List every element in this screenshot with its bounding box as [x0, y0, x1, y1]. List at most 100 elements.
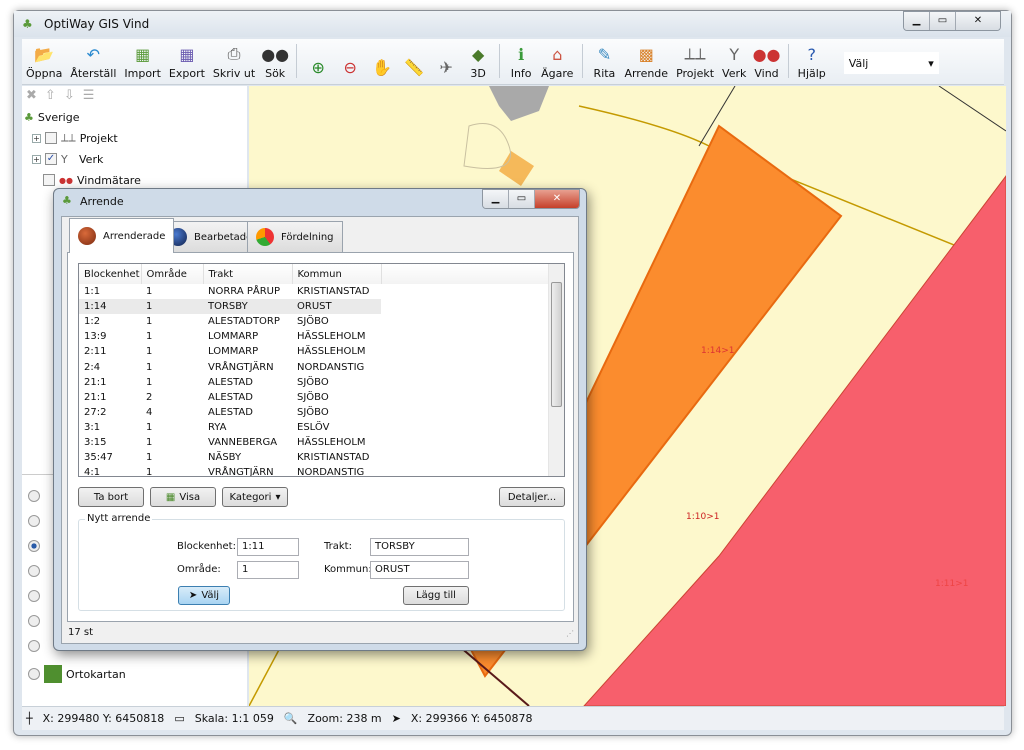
layer-projekt[interactable]: + ⟂⟂ Projekt: [32, 128, 118, 148]
table-row[interactable]: 3:1 1 RYA ESLÖV: [79, 420, 551, 435]
table-cell-empty: [381, 284, 551, 299]
maximize-button[interactable]: ▭: [509, 190, 535, 208]
radio[interactable]: [28, 515, 40, 527]
map-label: 1:11>1: [935, 579, 968, 589]
toolbar-button-arrende[interactable]: ▩ Arrende: [620, 43, 672, 84]
radio[interactable]: [28, 615, 40, 627]
basemap-radio[interactable]: [28, 511, 40, 531]
tract-input[interactable]: TORSBY: [370, 538, 469, 556]
basemap-radio[interactable]: [28, 636, 40, 656]
radio[interactable]: [28, 565, 40, 577]
category-dropdown[interactable]: Kategori ▾: [222, 487, 288, 507]
radio[interactable]: [28, 668, 40, 680]
close-button[interactable]: ✕: [535, 190, 579, 208]
table-row[interactable]: 27:2 4 ALESTAD SJÖBO: [79, 405, 551, 420]
select-button[interactable]: ➤ Välj: [178, 586, 230, 605]
radio[interactable]: [28, 540, 40, 552]
toolbar-button-ägare[interactable]: ⌂ Ägare: [537, 43, 577, 84]
table-row[interactable]: 1:2 1 ALESTADTORP SJÖBO: [79, 314, 551, 329]
table-row[interactable]: 13:9 1 LOMMARP HÄSSLEHOLM: [79, 329, 551, 344]
radio[interactable]: [28, 590, 40, 602]
arrende-dialog: ♣ Arrende ▁ ▭ ✕ Arrenderade Bearbetade För…: [53, 188, 587, 651]
toolbar-button-import[interactable]: ▦ Import: [120, 43, 165, 84]
tab-fordelning[interactable]: Fördelning: [247, 221, 343, 252]
toolbar-button-ruler[interactable]: 📏: [398, 56, 430, 84]
toolbar-button-projekt[interactable]: ⟂⟂ Projekt: [672, 43, 718, 84]
toolbar-button-öppna[interactable]: 📂 Öppna: [22, 43, 66, 84]
area-input[interactable]: 1: [237, 561, 299, 579]
table-row[interactable]: 21:1 1 ALESTAD SJÖBO: [79, 375, 551, 390]
layer-vindmatare[interactable]: ●● Vindmätare: [43, 170, 141, 190]
table-row[interactable]: 3:15 1 VANNEBERGA HÄSSLEHOLM: [79, 435, 551, 450]
maximize-button[interactable]: ▭: [930, 12, 956, 30]
radio[interactable]: [28, 640, 40, 652]
basemap-ortokartan[interactable]: Ortokartan: [28, 664, 126, 684]
move-down-icon[interactable]: ⇩: [64, 88, 75, 103]
wind-turbines-icon: ⟂⟂: [61, 131, 76, 144]
toolbar-button-verk[interactable]: Y Verk: [718, 43, 750, 84]
resize-grip[interactable]: ⋰: [566, 629, 574, 638]
show-button[interactable]: ▦ Visa: [150, 487, 216, 507]
properties-icon[interactable]: ☰: [83, 88, 95, 103]
table-row[interactable]: 2:11 1 LOMMARP HÄSSLEHOLM: [79, 344, 551, 359]
layer-checkbox[interactable]: ✓: [45, 153, 57, 165]
radio[interactable]: [28, 490, 40, 502]
toolbar-button-zoom-in[interactable]: ⊕: [302, 56, 334, 84]
toolbar-button-återställ[interactable]: ↶ Återställ: [66, 43, 120, 84]
layer-checkbox[interactable]: [43, 174, 55, 186]
close-button[interactable]: ✕: [956, 12, 1000, 30]
toolbar-button-vind[interactable]: ●● Vind: [750, 43, 782, 84]
cursor-coordinates: X: 299480 Y: 6450818: [42, 712, 165, 725]
table-row[interactable]: 1:1 1 NORRA PÅRUP KRISTIANSTAD: [79, 284, 551, 299]
tree-root[interactable]: ♣ Sverige: [24, 107, 79, 127]
column-header[interactable]: Område: [141, 264, 204, 284]
details-button[interactable]: Detaljer...: [499, 487, 565, 507]
toolbar-button-sök[interactable]: ●● Sök: [259, 43, 291, 84]
remove-button[interactable]: Ta bort: [78, 487, 144, 507]
basemap-radio[interactable]: [28, 586, 40, 606]
basemap-radio[interactable]: [28, 486, 40, 506]
layer-verk[interactable]: + ✓ Y Verk: [32, 149, 103, 169]
add-button[interactable]: Lägg till: [403, 586, 469, 605]
select-dropdown[interactable]: Välj ▾: [843, 52, 939, 74]
layer-checkbox[interactable]: [45, 132, 57, 144]
move-up-icon[interactable]: ⇧: [45, 88, 56, 103]
table-cell-empty: [381, 375, 551, 390]
minimize-button[interactable]: ▁: [904, 12, 930, 30]
lease-list[interactable]: Blockenhet Område Trakt Kommun 1:1 1 NORRA PÅR…: [78, 263, 565, 477]
table-cell: RYA: [208, 421, 227, 433]
toolbar-button-hjälp[interactable]: ? Hjälp: [794, 43, 830, 84]
basemap-radio[interactable]: [28, 611, 40, 631]
toolbar-button-export[interactable]: ▦ Export: [165, 43, 209, 84]
block-input[interactable]: 1:11: [237, 538, 299, 556]
table-row[interactable]: 4:1 1 VRÅNGTJÄRN NORDANSTIG: [79, 465, 551, 476]
expand-icon[interactable]: +: [32, 133, 41, 143]
scroll-thumb[interactable]: [551, 282, 562, 407]
toolbar-button-skriv-ut[interactable]: ⎙ Skriv ut: [209, 43, 259, 84]
expand-icon[interactable]: +: [32, 154, 41, 164]
table-row[interactable]: 1:14 1 TORSBY ORUST: [79, 299, 551, 315]
toolbar-label: Hjälp: [797, 67, 826, 80]
table-row[interactable]: 35:47 1 NÄSBY KRISTIANSTAD: [79, 450, 551, 465]
column-header[interactable]: Kommun: [292, 264, 382, 284]
toolbar-button-pan-hand[interactable]: ✋: [366, 56, 398, 84]
toolbar-button-info[interactable]: ℹ Info: [505, 43, 537, 84]
column-header[interactable]: Blockenhet: [79, 264, 142, 284]
table-cell: HÄSSLEHOLM: [297, 331, 366, 343]
zoom-in-icon: ⊕: [311, 57, 325, 77]
basemap-radio[interactable]: [28, 536, 40, 556]
toolbar-button-rita[interactable]: ✎ Rita: [588, 43, 620, 84]
table-cell-empty: [381, 314, 551, 329]
toolbar-button-3d[interactable]: ◆ 3D: [462, 43, 494, 84]
toolbar-button-satellite[interactable]: ✈: [430, 56, 462, 84]
municipality-input[interactable]: ORUST: [370, 561, 469, 579]
vertical-scrollbar[interactable]: [548, 264, 564, 476]
column-header[interactable]: Trakt: [203, 264, 293, 284]
toolbar-button-zoom-out[interactable]: ⊖: [334, 56, 366, 84]
minimize-button[interactable]: ▁: [483, 190, 509, 208]
basemap-radio[interactable]: [28, 561, 40, 581]
tab-arrenderade[interactable]: Arrenderade: [69, 218, 175, 253]
table-row[interactable]: 2:4 1 VRÅNGTJÄRN NORDANSTIG: [79, 359, 551, 374]
delete-icon[interactable]: ✖: [26, 88, 37, 103]
table-row[interactable]: 21:1 2 ALESTAD SJÖBO: [79, 390, 551, 405]
